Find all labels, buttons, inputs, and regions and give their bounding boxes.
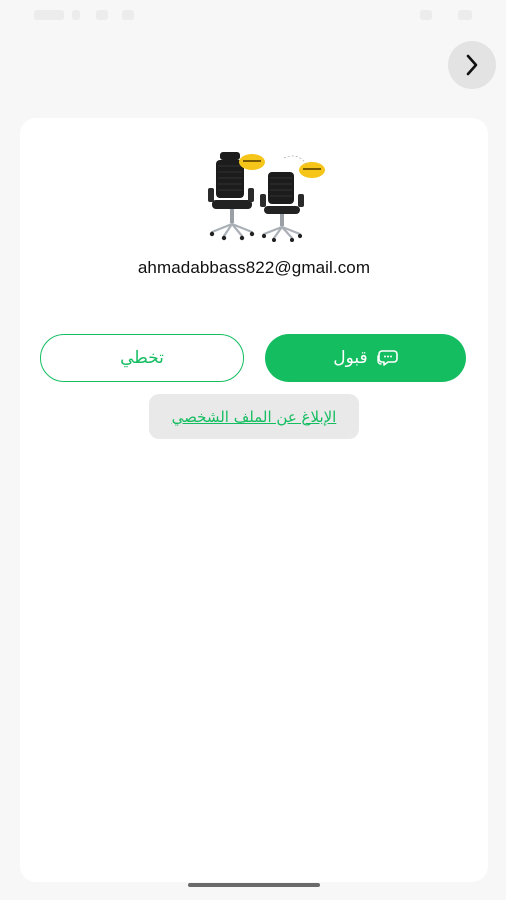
- back-button[interactable]: [448, 41, 496, 89]
- skip-button[interactable]: تخطي: [40, 334, 244, 382]
- battery-icon: [458, 10, 472, 20]
- user-email: ahmadabbass822@gmail.com: [137, 258, 371, 277]
- accept-button-label: قبول: [333, 348, 368, 368]
- status-time-placeholder: [34, 10, 64, 20]
- home-indicator: [188, 883, 320, 887]
- accept-button[interactable]: قبول: [265, 334, 466, 382]
- report-profile-link[interactable]: الإبلاغ عن الملف الشخصي: [149, 394, 359, 439]
- chat-bubble-icon: [376, 350, 398, 366]
- status-bar: [0, 0, 506, 30]
- report-profile-label: الإبلاغ عن الملف الشخصي: [171, 407, 337, 426]
- status-icon: [96, 10, 108, 20]
- skip-button-label: تخطي: [120, 348, 164, 368]
- wifi-icon: [420, 10, 432, 20]
- match-card: ahmadabbass822@gmail.com تخطي قبول الإبل…: [20, 118, 488, 882]
- office-chairs-product-image: [208, 152, 325, 242]
- status-icon: [72, 10, 80, 20]
- status-icon: [122, 10, 134, 20]
- chevron-right-icon: [466, 54, 478, 76]
